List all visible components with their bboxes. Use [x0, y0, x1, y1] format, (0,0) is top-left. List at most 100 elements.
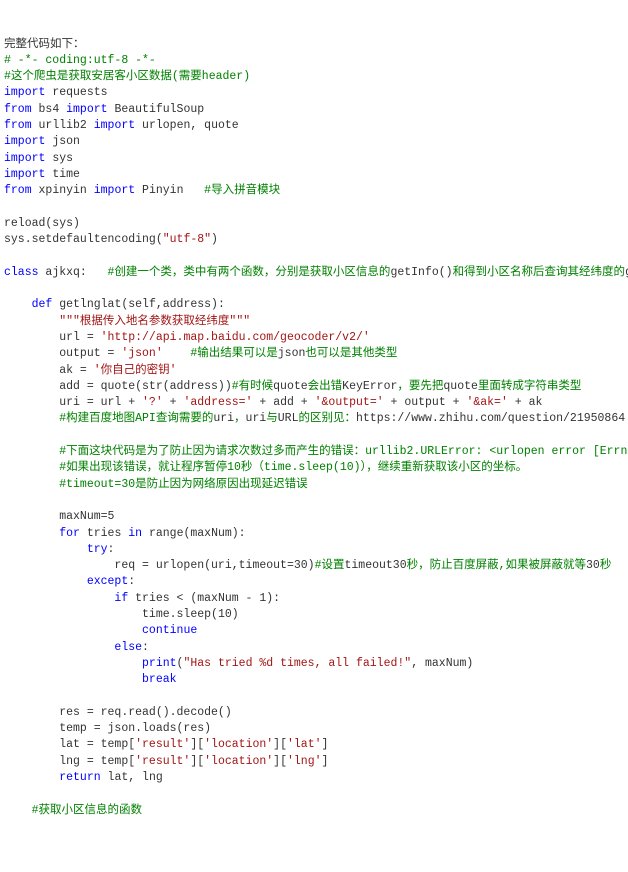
code-line: lng = temp['result']['location']['lng']	[4, 754, 624, 770]
code-line: #如果出现该错误，就让程序暂停10秒（time.sleep(10)），继续重新获…	[4, 460, 624, 476]
token-kw: import	[66, 103, 107, 116]
token-chbody: https://www.zhihu.com/question/21950864	[356, 412, 625, 425]
token-nm: + ak	[508, 396, 543, 409]
token-nm: bs4	[32, 103, 67, 116]
code-line	[4, 493, 624, 509]
token-ch: #timeout=30是防止因为网络原因出现延迟错误	[59, 478, 307, 491]
token-nm: ][	[273, 738, 287, 751]
code-line: from bs4 import BeautifulSoup	[4, 102, 624, 118]
token-nm	[4, 657, 142, 670]
token-nm	[4, 445, 59, 458]
token-ch: #输出结果可以是	[190, 347, 277, 360]
token-kw: import	[4, 135, 45, 148]
token-nm: + add +	[252, 396, 314, 409]
token-str: '你自己的密钥'	[94, 364, 177, 377]
token-nm: requests	[45, 86, 107, 99]
code-line: if tries < (maxNum - 1):	[4, 591, 624, 607]
token-nm: ][	[190, 738, 204, 751]
code-line: try:	[4, 542, 624, 558]
token-chbody: json	[278, 347, 306, 360]
token-str: 'address='	[183, 396, 252, 409]
code-line: continue	[4, 623, 624, 639]
token-ch: #创建一个类，类中有两个函数，分别是获取小区信息的	[108, 266, 391, 279]
token-nm: ak =	[4, 364, 94, 377]
code-line: reload(sys)	[4, 216, 624, 232]
token-nm: urlopen, quote	[135, 119, 239, 132]
token-chbody: timeout30	[344, 559, 406, 572]
token-nm	[4, 298, 32, 311]
token-nm: tries	[80, 527, 128, 540]
code-line: add = quote(str(address))#有时候quote会出错Key…	[4, 379, 624, 395]
token-nm: lng = temp[	[4, 755, 135, 768]
token-str: 'json'	[121, 347, 162, 360]
token-nm: + output +	[384, 396, 467, 409]
code-line: #构建百度地图API查询需要的uri，uri与URL的区别见：https://w…	[4, 411, 624, 427]
token-ch: #设置	[315, 559, 345, 572]
code-line: from urllib2 import urlopen, quote	[4, 118, 624, 134]
token-kw: return	[59, 771, 100, 784]
token-chbody: quote	[443, 380, 478, 393]
code-line: #这个爬虫是获取安居客小区数据(需要header)	[4, 69, 624, 85]
token-kw: break	[142, 673, 177, 686]
code-line: 完整代码如下：	[4, 37, 624, 53]
token-nm: json	[45, 135, 80, 148]
token-nm: add = quote(str(address))	[4, 380, 232, 393]
token-ch: 的区别见：	[298, 412, 356, 425]
token-chbody: getInfo()	[390, 266, 452, 279]
token-kw: import	[94, 119, 135, 132]
token-nm	[4, 478, 59, 491]
token-nm: BeautifulSoup	[108, 103, 205, 116]
code-line: ak = '你自己的密钥'	[4, 363, 624, 379]
token-chbody: quote	[273, 380, 308, 393]
code-line: #下面这块代码是为了防止因为请求次数过多而产生的错误：urllib2.URLEr…	[4, 444, 624, 460]
token-chbody: KeyError	[342, 380, 397, 393]
token-nm: ):	[266, 592, 280, 605]
token-nm	[163, 347, 191, 360]
token-nm	[4, 527, 59, 540]
token-nm: +	[163, 396, 184, 409]
token-nm: )	[232, 608, 239, 621]
token-ch: #这个爬虫是获取安居客小区数据(需要header)	[4, 70, 250, 83]
code-line	[4, 688, 624, 704]
token-nm: )	[308, 559, 315, 572]
token-nm: url =	[4, 331, 101, 344]
token-ch: #如果出现该错误，就让程序暂停10秒（time.sleep(10)），继续重新获…	[59, 461, 527, 474]
token-nm	[4, 315, 59, 328]
code-line: return lat, lng	[4, 770, 624, 786]
token-nm: getlnglat(self,address):	[52, 298, 225, 311]
token-ch: #获取小区信息的函数	[32, 804, 142, 817]
token-ch: 会出错	[308, 380, 343, 393]
code-block: 完整代码如下： # -*- coding:utf-8 -*- #这个爬虫是获取安居客…	[4, 37, 624, 819]
token-nm: sys.setdefaultencoding(	[4, 233, 163, 246]
token-nm: :	[108, 543, 115, 556]
code-line	[4, 248, 624, 264]
token-ch: 与	[266, 412, 278, 425]
token-ch: ，	[234, 412, 246, 425]
token-nm	[4, 804, 32, 817]
code-line: except:	[4, 574, 624, 590]
token-ch: #导入拼音模块	[204, 184, 280, 197]
token-ch: 里面转成字符串类型	[478, 380, 582, 393]
code-line	[4, 200, 624, 216]
token-cm: # -*- coding:utf-8 -*-	[4, 54, 156, 67]
code-line	[4, 281, 624, 297]
token-kw: from	[4, 103, 32, 116]
token-nm: ajkxq:	[39, 266, 108, 279]
code-line: import sys	[4, 151, 624, 167]
token-str: 'lng'	[287, 755, 322, 768]
token-ch: ，要先把	[397, 380, 443, 393]
token-kw: print	[142, 657, 177, 670]
token-chbody: URL	[278, 412, 299, 425]
code-line: def getlnglat(self,address):	[4, 297, 624, 313]
token-kw: else	[114, 641, 142, 654]
token-nm: Pinyin	[135, 184, 204, 197]
token-ch: 和得到小区名称后查询其经纬度的	[453, 266, 626, 279]
token-nm: reload(sys)	[4, 217, 80, 230]
token-title: 完整代码如下：	[4, 38, 85, 51]
token-kw: from	[4, 184, 32, 197]
token-ch: 秒	[600, 559, 612, 572]
code-line: for tries in range(maxNum):	[4, 526, 624, 542]
token-str: 'lat'	[287, 738, 322, 751]
token-str: 'location'	[204, 738, 273, 751]
code-line	[4, 428, 624, 444]
